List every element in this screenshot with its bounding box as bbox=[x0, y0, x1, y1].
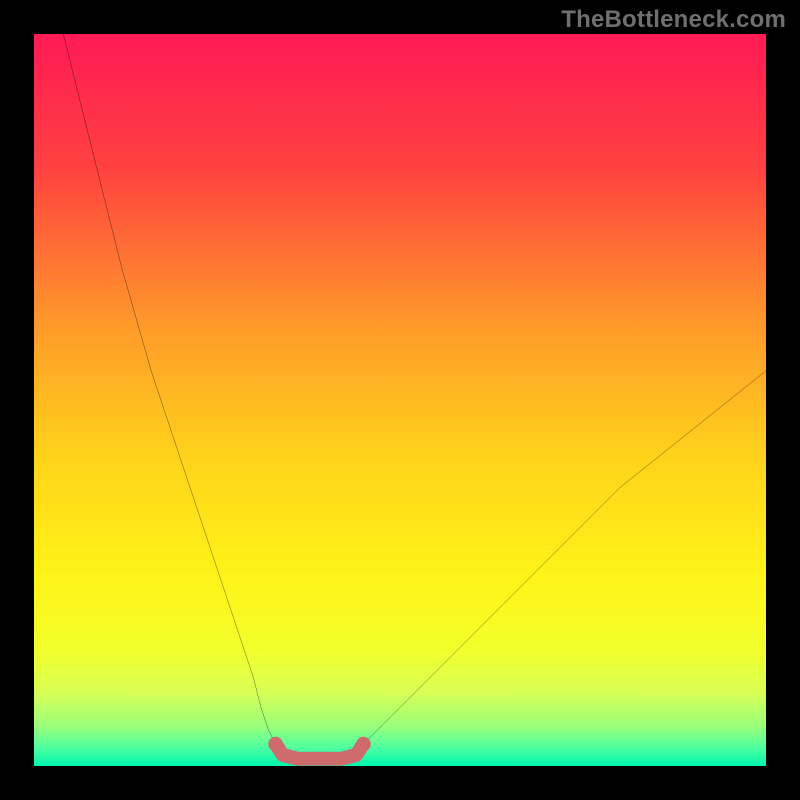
chart-frame: TheBottleneck.com bbox=[0, 0, 800, 800]
bottleneck-chart bbox=[34, 34, 766, 766]
highlight-dot-left bbox=[268, 737, 283, 752]
gradient-background bbox=[34, 34, 766, 766]
watermark-text: TheBottleneck.com bbox=[561, 6, 786, 34]
highlight-dot-right bbox=[356, 737, 371, 752]
